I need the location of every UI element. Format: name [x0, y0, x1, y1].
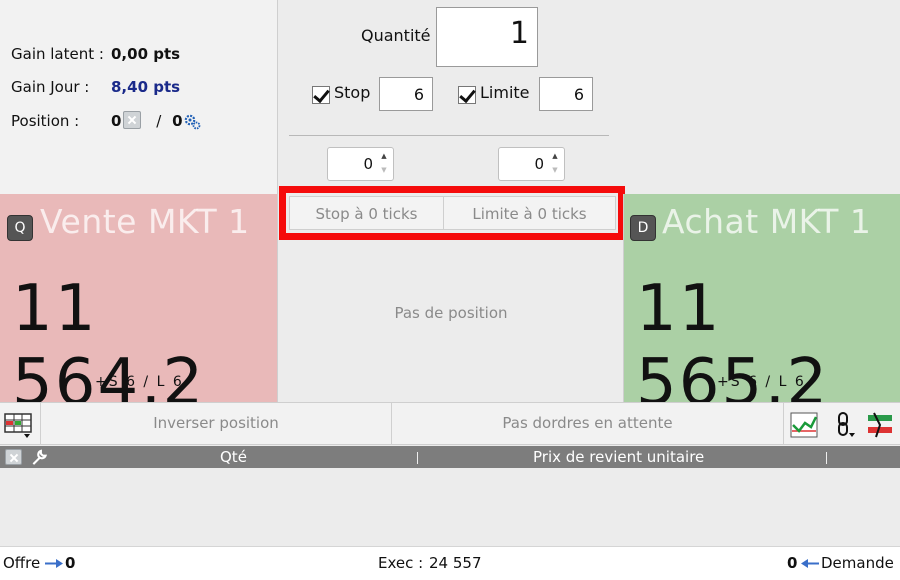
wrench-icon[interactable]: [30, 449, 48, 466]
exec-value: 24 557: [429, 554, 482, 572]
offer-value: 0: [65, 554, 76, 572]
gain-latent-value: 0,00 pts: [111, 45, 181, 63]
divider: [289, 135, 609, 136]
limit-value-input[interactable]: 6: [539, 77, 593, 111]
sell-title: Vente MKT 1: [40, 202, 250, 241]
stepper-up-icon[interactable]: ▲: [379, 152, 389, 160]
status-bar: Offre 0 Exec : 24 557 0 Demande: [0, 546, 900, 580]
sell-stop-limit: +S 6 / L 6: [95, 374, 184, 390]
gain-jour-label: Gain Jour :: [11, 78, 90, 96]
stop-checkbox[interactable]: [312, 86, 330, 104]
stop-ticks-stepper[interactable]: 0 ▲ ▼: [327, 147, 394, 181]
layout-grid-icon[interactable]: [4, 411, 32, 439]
position-value-secondary: 0: [172, 112, 183, 130]
limit-label: Limite: [480, 83, 530, 102]
position-label: Position :: [11, 112, 80, 130]
stepper-up-icon[interactable]: ▲: [550, 152, 560, 160]
link-icon[interactable]: [830, 411, 858, 439]
order-flow-icon[interactable]: [866, 411, 894, 439]
column-separator: [417, 452, 418, 464]
position-separator: /: [156, 112, 162, 130]
position-status-panel: Stop à 0 ticks Limite à 0 ticks Pas de p…: [279, 186, 625, 402]
gear-icon[interactable]: [183, 112, 201, 130]
exec-label: Exec :: [378, 554, 424, 572]
stop-ticks-button[interactable]: Stop à 0 ticks: [289, 196, 444, 230]
action-bar: Inverser position Pas dordres en attente: [0, 402, 900, 445]
limit-ticks-button[interactable]: Limite à 0 ticks: [443, 196, 616, 230]
gain-jour-row: Gain Jour : 8,40 pts: [11, 78, 180, 96]
arrow-left-icon: [801, 559, 819, 568]
gain-jour-value: 8,40 pts: [111, 78, 181, 96]
stop-value-input[interactable]: 6: [379, 77, 433, 111]
stepper-down-icon[interactable]: ▼: [379, 166, 389, 174]
arrow-right-icon: [45, 559, 63, 568]
positions-table-body: [0, 468, 900, 546]
column-unit-price[interactable]: Prix de revient unitaire: [533, 446, 704, 468]
positions-table-header: Qté Prix de revient unitaire: [0, 446, 900, 468]
buy-shortcut-badge: D: [630, 215, 656, 241]
reverse-position-button[interactable]: Inverser position: [40, 403, 392, 445]
order-parameters-panel: Quantité 1 Stop 6 Limite 6 0 ▲ ▼ 0 ▲ ▼: [279, 0, 622, 186]
column-separator: [826, 452, 827, 464]
chart-signal-icon[interactable]: [790, 411, 818, 439]
sell-shortcut-badge: Q: [7, 215, 33, 241]
sell-market-button[interactable]: Q Vente MKT 1 11 564,2 +S 6 / L 6: [0, 194, 278, 420]
column-qty[interactable]: Qté: [220, 446, 247, 468]
offer-label: Offre: [3, 554, 41, 572]
position-row: Position : 0 / 0: [11, 111, 201, 130]
pending-orders-button[interactable]: Pas dordres en attente: [392, 403, 784, 445]
limit-ticks-stepper[interactable]: 0 ▲ ▼: [498, 147, 565, 181]
ticks-highlight-frame: Stop à 0 ticks Limite à 0 ticks: [279, 186, 625, 240]
ask-price: 11 565,2: [636, 272, 830, 420]
close-position-icon[interactable]: [123, 111, 142, 129]
quantity-input[interactable]: 1: [436, 7, 538, 67]
buy-title: Achat MKT 1: [662, 202, 872, 241]
buy-market-button[interactable]: D Achat MKT 1 11 565,2 +S 6 / L 6: [623, 194, 900, 420]
gain-latent-label: Gain latent :: [11, 45, 104, 63]
stepper-down-icon[interactable]: ▼: [550, 166, 560, 174]
limit-checkbox[interactable]: [458, 86, 476, 104]
demand-label: Demande: [821, 554, 894, 572]
gain-latent-row: Gain latent : 0,00 pts: [11, 45, 180, 63]
position-value: 0: [111, 112, 122, 130]
buy-stop-limit: +S 6 / L 6: [717, 374, 806, 390]
close-icon[interactable]: [5, 449, 22, 465]
stop-label: Stop: [334, 83, 371, 102]
stop-ticks-value: 0: [363, 155, 373, 173]
no-position-text: Pas de position: [394, 304, 508, 322]
bid-price: 11 564,2: [12, 272, 206, 420]
quantity-label: Quantité: [361, 26, 431, 45]
limit-ticks-value: 0: [534, 155, 544, 173]
position-info-panel: Gain latent : 0,00 pts Gain Jour : 8,40 pt…: [0, 0, 278, 194]
demand-value: 0: [787, 554, 798, 572]
